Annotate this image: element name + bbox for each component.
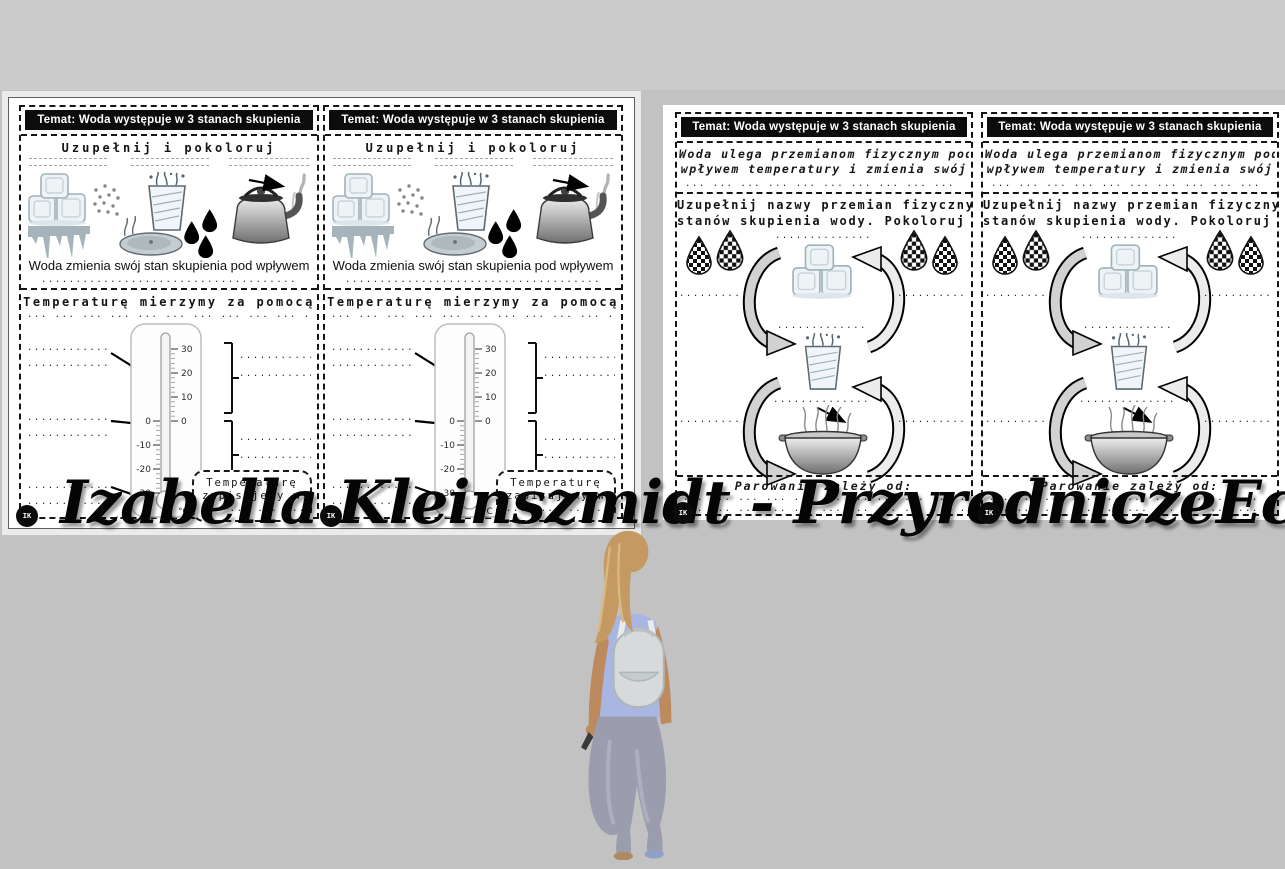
ice-cubes-icon — [331, 172, 429, 258]
ik-logo: IK — [16, 505, 38, 527]
answer-line: .................. — [1203, 415, 1273, 426]
ik-logo: IK — [320, 505, 342, 527]
answer-line: ... ... ... ... ... ... ... ... ... ... … — [27, 310, 311, 321]
section-title: Uzupełnij i pokoloruj — [23, 137, 315, 156]
svg-text:10: 10 — [485, 393, 497, 403]
kettle-icon — [523, 168, 615, 256]
answer-line: .................. — [679, 415, 749, 426]
checkered-drop-icon — [685, 235, 713, 275]
checkered-drop-icon — [931, 235, 959, 275]
answer-line: .................. — [239, 369, 311, 380]
water-glass-icon — [423, 170, 523, 258]
answer-line: ........................................… — [41, 275, 297, 286]
svg-text:30: 30 — [485, 345, 497, 355]
answer-line: .................. — [985, 415, 1055, 426]
section-title: Temperaturę mierzymy za pomocą — [23, 291, 315, 310]
worksheet-header-row: Temat: Woda występuje w 3 stanach skupie… — [21, 107, 317, 136]
answer-line: .................. — [1203, 289, 1273, 300]
worksheet-states-1: Temat: Woda występuje w 3 stanach skupie… — [19, 105, 319, 519]
write-lines — [333, 158, 411, 172]
section-intro: Woda ulega przemianom fizycznym pod wpły… — [983, 143, 1277, 194]
ik-logo: IK — [978, 502, 1000, 524]
page-left: Temat: Woda występuje w 3 stanach skupie… — [8, 97, 635, 529]
answer-line: ........................................… — [345, 275, 601, 286]
section-fill-color: Uzupełnij i pokoloruj — [21, 136, 317, 290]
images-row — [23, 156, 315, 258]
water-glass-icon — [119, 170, 219, 258]
worksheet-title: Temat: Woda występuje w 3 stanach skupie… — [25, 110, 313, 130]
answer-line: ... ... ... ... ... ... ... ... ... ... … — [991, 179, 1269, 190]
svg-text:30: 30 — [181, 345, 193, 355]
svg-text:-10: -10 — [440, 441, 455, 451]
answer-line: .................. — [985, 289, 1055, 300]
answer-line: .................. — [897, 289, 967, 300]
promo-image: Temat: Woda występuje w 3 stanach skupie… — [0, 0, 1285, 869]
answer-line: .................. — [239, 451, 311, 462]
section-cycle: Uzupełnij nazwy przemian fizycznych i st… — [677, 194, 971, 475]
svg-text:0: 0 — [485, 417, 491, 427]
ik-logo: IK — [672, 502, 694, 524]
worksheet-changes-1: Temat: Woda występuje w 3 stanach skupie… — [675, 112, 973, 516]
caption: Woda zmienia swój stan skupienia pod wpł… — [23, 258, 315, 274]
pot-icon — [777, 405, 869, 477]
worksheet-title: Temat: Woda występuje w 3 stanach skupie… — [987, 117, 1273, 137]
answer-line: ... ... ... ... ... ... ... ... ... ... … — [331, 310, 615, 321]
watermark-signature: Izabella Kleinszmidt - PrzyrodniczeEcho — [60, 468, 1285, 538]
checkered-drop-icon — [991, 235, 1019, 275]
answer-line: ...................... — [775, 231, 869, 242]
svg-text:10: 10 — [181, 393, 193, 403]
write-lines — [29, 158, 107, 172]
kettle-icon — [219, 168, 311, 256]
pot-icon — [1083, 405, 1175, 477]
svg-text:20: 20 — [485, 369, 497, 379]
worksheet-title: Temat: Woda występuje w 3 stanach skupie… — [681, 117, 967, 137]
svg-text:20: 20 — [181, 369, 193, 379]
arrow-freezing — [853, 247, 899, 347]
worksheet-changes-2: Temat: Woda występuje w 3 stanach skupie… — [981, 112, 1279, 516]
answer-line: .................. — [239, 351, 311, 362]
answer-line: ...................... — [777, 321, 869, 332]
arrow-melting — [749, 253, 795, 355]
answer-line: .................. — [679, 289, 749, 300]
water-cycle-diagram: ...................... .................… — [983, 229, 1277, 475]
svg-text:-10: -10 — [136, 441, 151, 451]
ice-cubes-icon — [27, 172, 125, 258]
answer-line: ... ... ... ... ... ... ... ... ... ... … — [685, 179, 963, 190]
answer-line: .................. — [897, 415, 967, 426]
background-band — [0, 0, 1285, 90]
svg-text:0: 0 — [449, 417, 455, 427]
worksheet-title: Temat: Woda występuje w 3 stanach skupie… — [329, 110, 617, 130]
answer-line: ...................... — [1081, 231, 1175, 242]
svg-text:0: 0 — [145, 417, 151, 427]
section-intro: Woda ulega przemianom fizycznym pod wpły… — [677, 143, 971, 194]
page-right: Temat: Woda występuje w 3 stanach skupie… — [663, 105, 1285, 520]
woman-photo — [552, 528, 712, 860]
water-cycle-diagram: ...................... .................… — [677, 229, 971, 475]
answer-line: .................. — [543, 433, 615, 444]
answer-line: .................. — [543, 369, 615, 380]
section-cycle: Uzupełnij nazwy przemian fizycznych i st… — [983, 194, 1277, 475]
worksheet-states-2: Temat: Woda występuje w 3 stanach skupie… — [323, 105, 623, 519]
answer-line: .................. — [543, 351, 615, 362]
checkered-drop-icon — [1237, 235, 1265, 275]
answer-line: ...................... — [1083, 321, 1175, 332]
answer-line: .................. — [543, 451, 615, 462]
answer-line: .................. — [239, 433, 311, 444]
section-fill-color: Uzupełnij i pokoloruj — [325, 136, 621, 290]
svg-text:0: 0 — [181, 417, 187, 427]
